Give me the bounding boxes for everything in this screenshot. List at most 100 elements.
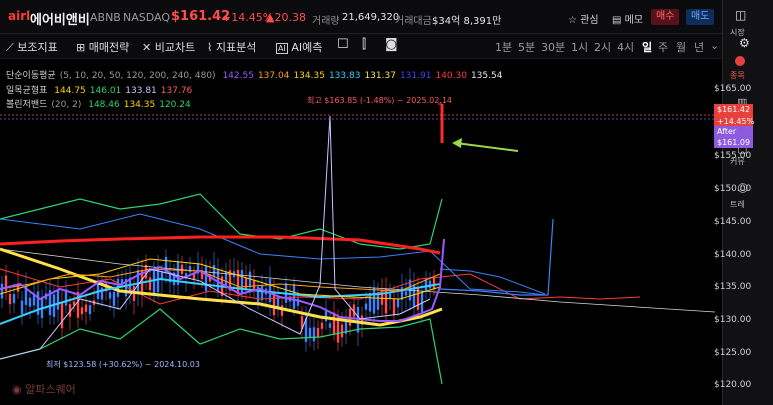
price-arrow [455,142,519,152]
candle [108,292,112,299]
memo-icon: ▤ [612,15,622,26]
candle [244,277,248,290]
sidebar-item-stock[interactable]: 종목 [730,70,745,81]
candle [428,280,432,289]
strategy-button[interactable]: ⊞ 매매전략 [76,39,129,55]
camera-icon[interactable]: ◙ [385,37,398,52]
layout-icon[interactable]: ◫ [735,8,746,22]
tf-5m[interactable]: 5분 [518,39,535,55]
candle [308,327,312,338]
candle [0,283,4,299]
tf-1h[interactable]: 1시 [571,39,588,55]
candle [320,322,324,329]
candle [8,293,12,305]
sidebar-item-trade[interactable]: 트레 [730,199,745,210]
legend-value: 134.35 [293,71,325,81]
brand-logo: airl [8,9,31,23]
price-chart[interactable] [0,59,722,405]
axis-label: $130.00 [714,315,752,325]
gear-icon[interactable]: ⚙ [739,36,750,50]
star-icon: ☆ [568,15,577,26]
chart-toolbar: ⟋ 보조지표 ⊞ 매매전략 ✕ 비교차트 ⌇ 지표분석 AI AI예측 ☐ ⫿ … [0,34,722,59]
low-annotation: 최저 $123.58 (+30.62%) ~ 2024.10.03 [46,360,200,369]
exchange: NASDAQ [123,11,171,24]
ai-icon: AI [276,43,288,54]
sma-240 [0,235,441,255]
compare-button[interactable]: ✕ 비교차트 [142,39,195,55]
memo-button[interactable]: ▤ 메모 [612,11,643,26]
stock-header: airl 에어비앤비 ABNB NASDAQ $161.42 +14.45% ▲… [0,0,722,34]
candle [152,270,156,294]
candle [188,265,192,273]
legend-bollinger[interactable]: 볼린저밴드 (20, 2) 148.46 134.35 120.24 [6,97,199,110]
sma-480 [0,248,716,313]
candle [316,328,320,337]
volume-label: 거래량 [312,16,340,27]
stock-name[interactable]: 에어비앤비 [30,9,90,28]
candle [260,285,264,301]
candle [148,277,152,291]
ai-predict-button[interactable]: AI AI예측 [276,39,322,55]
legend-value: 148.46 [88,100,120,110]
watermark-icon: ◉ [12,383,22,396]
indicators-button[interactable]: ⟋ 보조지표 [6,39,58,55]
axis-label: $165.00 [714,84,752,94]
candle [392,298,396,316]
legend-value: 133.83 [328,71,361,81]
amount-label: 거래대금 [395,16,432,27]
change-amount: ▲20.38 [266,11,306,24]
analysis-button[interactable]: ⌇ 지표분석 [207,39,256,55]
legend-value: 146.01 [89,86,122,96]
current-price-tag: $161.42 +14.45% [714,104,754,128]
ichimoku-cloud-line [0,213,546,296]
candle [204,266,208,292]
legend-value: 142.55 [222,71,254,81]
candle [60,302,64,329]
candle [36,291,40,315]
tf-4h[interactable]: 4시 [617,39,634,55]
candle [432,277,436,290]
candle [84,304,88,312]
tf-month[interactable]: 월 [676,39,686,55]
indicator-icon: ⟋ [6,41,14,54]
sell-button[interactable]: 매도 [686,9,715,25]
legend-sma[interactable]: 단순이동평균 (5, 10, 20, 50, 120, 200, 240, 480… [6,68,510,81]
candle [56,289,60,310]
legend-ichimoku[interactable]: 일목균형표 144.75 146.01 133.81 137.76 [6,83,200,96]
candle [20,300,24,315]
buy-button[interactable]: 매수 [651,9,680,25]
candle [372,287,376,314]
axis-label: $120.00 [714,380,752,390]
tf-1m[interactable]: 1분 [495,39,512,55]
chevron-down-icon[interactable]: ⌄ [710,39,719,52]
candle [332,312,336,335]
amount-value: $34억 8,391만 [432,16,502,27]
legend-value: 140.30 [435,71,467,81]
tf-day[interactable]: 일 [642,39,652,55]
legend-value: 131.91 [399,71,432,81]
legend-value: 133.81 [125,86,157,96]
candle [216,269,220,291]
arrow-head [452,138,462,148]
square-icon[interactable]: ☐ [337,37,349,52]
ticker: ABNB [90,11,121,24]
favorite-button[interactable]: ☆ 관심 [568,11,599,26]
stock-icon[interactable] [735,56,745,66]
candle [404,291,408,296]
tf-30m[interactable]: 30분 [541,39,565,55]
legend-value: 131.37 [364,71,396,81]
candle [312,327,316,342]
tf-year[interactable]: 년 [694,39,704,55]
candle [336,317,340,343]
tf-2h[interactable]: 2시 [594,39,611,55]
candle-icon[interactable]: ⫿ [362,37,366,52]
watermark: ◉ 알파스퀘어 [12,383,76,396]
analysis-icon: ⌇ [207,41,213,54]
candle [388,293,392,299]
candle [292,284,296,309]
candle [212,265,216,277]
axis-label: $145.00 [714,217,752,227]
strategy-icon: ⊞ [76,41,86,54]
tf-week[interactable]: 주 [658,39,668,55]
candle [340,324,344,338]
